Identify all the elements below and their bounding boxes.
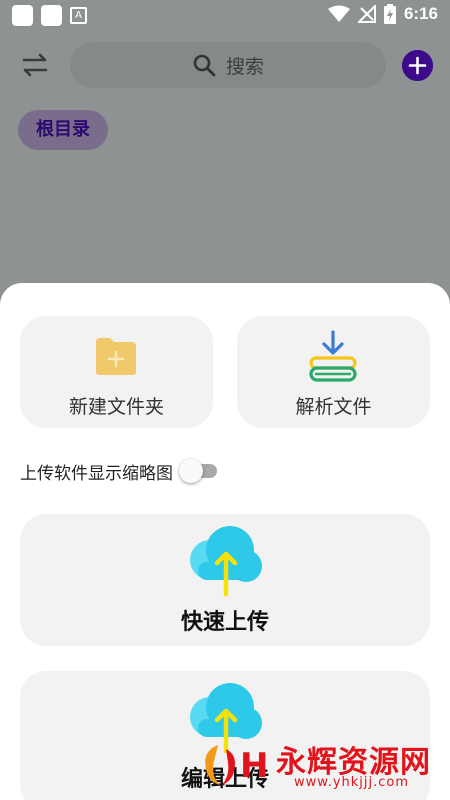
toggle-knob bbox=[179, 459, 203, 483]
watermark-url: www.yhkjjj.com bbox=[294, 775, 410, 790]
swap-arrows-icon[interactable] bbox=[20, 50, 50, 80]
add-button[interactable] bbox=[402, 50, 433, 81]
search-icon bbox=[193, 54, 216, 77]
search-input[interactable]: 搜索 bbox=[70, 42, 386, 88]
status-time: 6:16 bbox=[403, 4, 438, 23]
watermark-logo-icon: H bbox=[205, 745, 268, 786]
top-bar: 搜索 bbox=[0, 32, 450, 100]
cloud-upload-icon bbox=[190, 526, 262, 597]
status-bar: A 6:16 bbox=[0, 0, 450, 32]
notification-square-icon bbox=[41, 5, 62, 26]
folder-add-icon bbox=[96, 338, 136, 375]
new-folder-button[interactable]: 新建文件夹 bbox=[20, 316, 213, 428]
battery-charging-icon bbox=[383, 4, 396, 24]
thumbnail-toggle-row: 上传软件显示缩略图 bbox=[20, 458, 221, 484]
svg-text:H: H bbox=[240, 746, 268, 786]
thumbnail-toggle-label: 上传软件显示缩略图 bbox=[20, 463, 173, 484]
notification-square-icon bbox=[12, 5, 33, 26]
parse-file-button[interactable]: 解析文件 bbox=[237, 316, 430, 428]
wifi-icon bbox=[327, 5, 350, 22]
search-placeholder: 搜索 bbox=[225, 55, 264, 78]
download-stack-icon bbox=[309, 330, 357, 382]
quick-upload-button[interactable]: 快速上传 bbox=[20, 514, 430, 646]
quick-upload-label: 快速上传 bbox=[180, 610, 269, 635]
parse-file-label: 解析文件 bbox=[295, 396, 372, 418]
action-bottom-sheet: 新建文件夹 解析文件 上传软件显示缩略图 快速上传 编辑上传 H 永辉资源网 w… bbox=[0, 283, 450, 800]
thumbnail-toggle-switch[interactable] bbox=[177, 458, 221, 484]
new-folder-label: 新建文件夹 bbox=[68, 396, 164, 418]
breadcrumb-root-chip[interactable]: 根目录 bbox=[18, 110, 108, 150]
no-signal-icon bbox=[357, 5, 376, 23]
app-a-icon: A bbox=[70, 7, 87, 24]
